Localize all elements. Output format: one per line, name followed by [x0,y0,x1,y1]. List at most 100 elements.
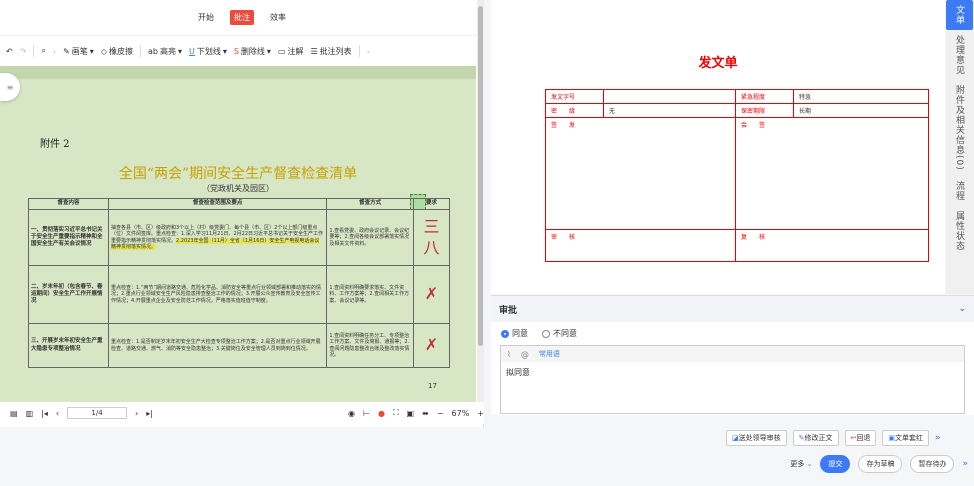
view-icon[interactable]: ◉ [348,409,355,418]
radio-icon [542,329,550,338]
form-label: 发文字号 [545,89,604,104]
zoom-in-icon[interactable]: + [477,409,484,418]
opinion-textarea[interactable]: 拟同意 [501,362,964,383]
fit-page-icon[interactable]: ▣ [407,409,415,418]
record-icon[interactable]: ● [378,409,385,418]
more-button[interactable]: 更多 ⌄ [790,459,812,469]
underline-icon: U [188,46,195,56]
chevron-down-icon: ▾ [177,46,182,56]
table-row: 二、岁末年初（包含春节、春运期间）安全生产工作开展情况 重点检查：1.“两节”期… [28,265,450,324]
prev-page-icon[interactable]: ‹ [56,409,59,418]
first-page-icon[interactable]: |◂ [41,409,48,418]
top-menu: 开始 批注 效率 [0,0,484,36]
form-value[interactable]: 长期 [793,103,929,118]
search-icon[interactable]: ⌕ [41,46,45,56]
outline-icon[interactable]: ▥ [26,409,34,418]
scrollbar-thumb[interactable] [478,6,483,346]
disagree-radio[interactable]: 不同意 [542,328,577,339]
vertical-scrollbar[interactable] [477,0,484,418]
menu-start[interactable]: 开始 [194,10,218,25]
send-leader-button[interactable]: ◪送处领导审核 [726,430,787,446]
menu-efficiency[interactable]: 效率 [266,10,290,25]
recheck-cell[interactable]: 复 核 [735,229,929,262]
form-value[interactable] [603,89,736,104]
action-row-primary: ◪送处领导审核 ✎修改正文 ↩回退 ▣文单套红 » [726,430,974,446]
form-title: 发文单 [698,56,738,71]
toolbar-divider [139,45,141,57]
chevron-down-icon[interactable]: ⌄ [958,304,966,314]
row-method: 1.查看党委、政府会议记录、会议纪要等；2.查阅各级会议部署落实情况及相关文件资… [326,209,414,266]
eraser-button[interactable]: ◇ 橡皮擦 [101,46,133,57]
pen-button[interactable]: ✎ 画笔 ▾ [63,46,94,57]
dispatch-form-pane: 发文单 发文字号 紧急程度 特急 密 级 无 保密期限 长期 签 发 会 签 审… [491,0,945,294]
agree-radio[interactable]: 同意 [501,328,528,339]
document-subtitle: （党政机关及园区） [202,184,274,193]
fit-height-icon[interactable]: ⊢ [363,409,370,418]
highlight-button[interactable]: ab 高亮 ▾ [148,46,182,57]
hold-button[interactable]: 暂存待办 [910,455,955,473]
annotation-toolbar: ↶ ↷ ⌕ ‹ ✎ 画笔 ▾ ◇ 橡皮擦 ab 高亮 ▾ U 下划线 ▾ S 删除线 ▾ ▭ 注解 … [6,38,471,64]
bottom-toolbar: ▤ ▥ |◂ ‹ 1/4 › ▸| ◉ ⊢ ● ⛶ ▣ ⬌ − 67% + [0,402,484,424]
review-cell[interactable]: 审 核 [545,229,736,262]
thumbnail-icon[interactable]: ▤ [10,409,18,418]
tab-properties[interactable]: 属性状态 [946,206,973,256]
row-name: 二、岁末年初（包含春节、春运期间）安全生产工作开展情况 [28,265,109,324]
toolbar-divider [358,45,360,57]
pen-icon: ✎ [63,46,70,56]
countersign-cell[interactable]: 会 签 [735,117,929,230]
next-arrow-icon[interactable]: › [367,47,370,56]
zoom-level[interactable]: 67% [452,409,470,418]
comment-list-button[interactable]: ☰ 批注列表 [311,46,352,57]
tab-workflow[interactable]: 流程 [946,176,973,206]
approval-header: 审批 ⌄ [491,296,974,322]
last-page-icon[interactable]: ▸| [146,409,153,418]
chevron-down-icon: ▾ [89,46,94,56]
table-header: 要求 [413,198,450,210]
document-title: 全国“两会”期间安全生产督查检查清单 [118,166,358,182]
edit-text-button[interactable]: ✎修改正文 [792,430,839,446]
approval-title: 审批 [499,305,518,316]
highlight-icon: ab [147,46,158,56]
handwritten-annotation: ✗ [413,265,450,324]
common-phrases-link[interactable]: 常用语 [539,349,560,359]
paperclip-icon[interactable]: ⌇ [507,350,511,359]
page-indicator[interactable]: 1/4 [67,407,128,419]
document-page: 附件 2 全国“两会”期间安全生产督查检查清单 （党政机关及园区） 督查内容 督… [0,66,476,402]
form-label: 密 级 [545,103,604,118]
fullscreen-icon[interactable]: ⛶ [393,408,399,418]
strikethrough-button[interactable]: S 删除线 ▾ [234,46,271,57]
submit-button[interactable]: 提交 [820,455,851,473]
opinion-tools: ⌇ @ 常用语 [501,346,964,362]
red-head-button[interactable]: ▣文单套红 [882,430,929,446]
expand-icon[interactable]: » [962,459,968,469]
at-icon[interactable]: @ [521,350,529,359]
redo-icon[interactable]: ↷ [20,47,27,56]
table-header: 督查检查范围及要点 [107,198,328,210]
handwritten-annotation: ✗ [413,323,450,368]
tab-form[interactable]: 文单 [946,0,973,30]
tab-attachments[interactable]: 附件及相关信息(0) [946,80,973,176]
checklist-table: 督查内容 督查检查范围及要点 督查方式 要求 一、贯彻落实习近平总书记关于安全生… [28,198,450,368]
prev-arrow-icon[interactable]: ‹ [53,47,56,56]
underline-button[interactable]: U 下划线 ▾ [189,46,227,57]
right-side-tabs: 文单 处理意见 附件及相关信息(0) 流程 属性状态 [946,0,974,294]
expand-icon[interactable]: » [935,433,941,443]
comment-button[interactable]: ▭ 注解 [278,46,304,57]
strikethrough-icon: S [233,46,239,56]
fit-width-icon[interactable]: ⬌ [422,409,429,418]
save-draft-button[interactable]: 存为草稿 [858,455,903,473]
page-header-strip [0,66,476,79]
zoom-out-icon[interactable]: − [437,409,444,418]
row-points: 重点检查：1.“两节”期间道路交通、危险化学品、消防安全等重点行业领域部署和推动… [107,265,328,324]
tab-opinions[interactable]: 处理意见 [946,30,973,80]
chevron-down-icon: ▾ [222,46,227,56]
handwritten-annotation: 三八 [413,209,450,266]
attachment-label: 附件 2 [40,139,70,150]
sign-off-cell[interactable]: 签 发 [545,117,736,230]
next-page-icon[interactable]: › [135,409,138,418]
menu-annotate[interactable]: 批注 [230,10,254,25]
return-button[interactable]: ↩回退 [844,430,877,446]
undo-icon[interactable]: ↶ [6,47,13,56]
form-value[interactable]: 特急 [793,89,929,104]
form-value[interactable]: 无 [603,103,736,118]
